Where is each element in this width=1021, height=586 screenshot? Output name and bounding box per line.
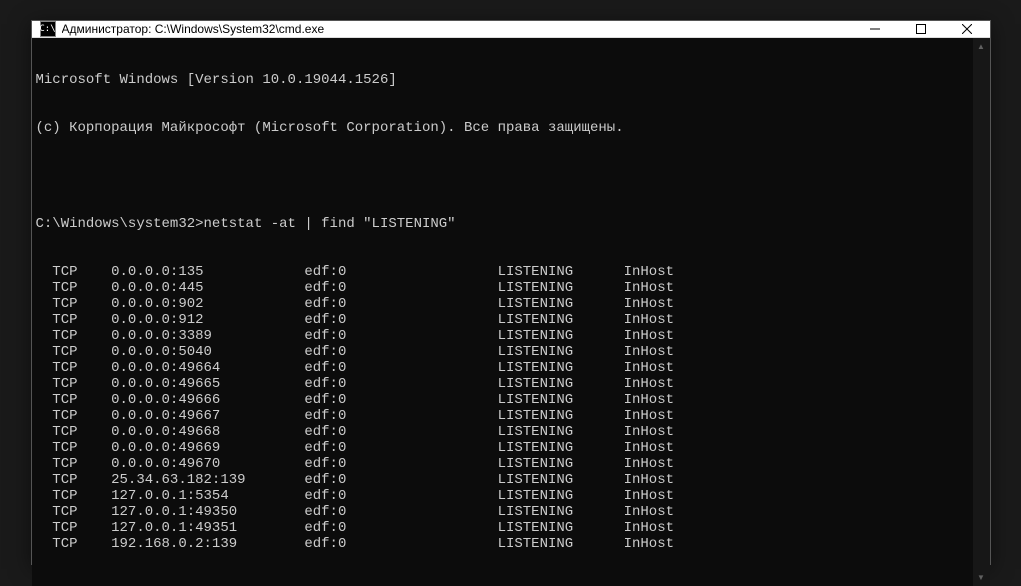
netstat-row: TCP 127.0.0.1:49350 edf:0 LISTENING InHo… <box>36 504 969 520</box>
netstat-row: TCP 0.0.0.0:49666 edf:0 LISTENING InHost <box>36 392 969 408</box>
netstat-row: TCP 127.0.0.1:49351 edf:0 LISTENING InHo… <box>36 520 969 536</box>
prompt-path: C:\Windows\system32> <box>36 216 204 232</box>
netstat-row: TCP 0.0.0.0:135 edf:0 LISTENING InHost <box>36 264 969 280</box>
netstat-row: TCP 192.168.0.2:139 edf:0 LISTENING InHo… <box>36 536 969 552</box>
cmd-icon: C:\ <box>40 21 56 37</box>
netstat-row: TCP 0.0.0.0:49670 edf:0 LISTENING InHost <box>36 456 969 472</box>
netstat-row: TCP 127.0.0.1:5354 edf:0 LISTENING InHos… <box>36 488 969 504</box>
netstat-rows: TCP 0.0.0.0:135 edf:0 LISTENING InHost T… <box>36 264 969 552</box>
netstat-row: TCP 0.0.0.0:49667 edf:0 LISTENING InHost <box>36 408 969 424</box>
scrollbar[interactable]: ▲ ▼ <box>973 38 990 586</box>
prompt-command: netstat -at | find "LISTENING" <box>204 216 456 232</box>
scroll-up-icon[interactable]: ▲ <box>973 38 990 55</box>
cmd-window: C:\ Администратор: C:\Windows\System32\c… <box>31 20 991 565</box>
netstat-row: TCP 0.0.0.0:49665 edf:0 LISTENING InHost <box>36 376 969 392</box>
maximize-button[interactable] <box>898 21 944 37</box>
netstat-row: TCP 0.0.0.0:445 edf:0 LISTENING InHost <box>36 280 969 296</box>
netstat-row: TCP 0.0.0.0:49669 edf:0 LISTENING InHost <box>36 440 969 456</box>
scroll-down-icon[interactable]: ▼ <box>973 569 990 586</box>
netstat-row: TCP 0.0.0.0:3389 edf:0 LISTENING InHost <box>36 328 969 344</box>
netstat-row: TCP 25.34.63.182:139 edf:0 LISTENING InH… <box>36 472 969 488</box>
version-line: Microsoft Windows [Version 10.0.19044.15… <box>36 72 969 88</box>
blank-line <box>36 168 969 184</box>
netstat-row: TCP 0.0.0.0:912 edf:0 LISTENING InHost <box>36 312 969 328</box>
netstat-row: TCP 0.0.0.0:5040 edf:0 LISTENING InHost <box>36 344 969 360</box>
minimize-button[interactable] <box>852 21 898 37</box>
prompt-line: C:\Windows\system32>netstat -at | find "… <box>36 216 969 232</box>
netstat-row: TCP 0.0.0.0:49664 edf:0 LISTENING InHost <box>36 360 969 376</box>
window-controls <box>852 21 990 37</box>
copyright-line: (c) Корпорация Майкрософт (Microsoft Cor… <box>36 120 969 136</box>
close-button[interactable] <box>944 21 990 37</box>
terminal-wrap: Microsoft Windows [Version 10.0.19044.15… <box>32 38 990 586</box>
titlebar[interactable]: C:\ Администратор: C:\Windows\System32\c… <box>32 21 990 38</box>
netstat-row: TCP 0.0.0.0:49668 edf:0 LISTENING InHost <box>36 424 969 440</box>
netstat-row: TCP 0.0.0.0:902 edf:0 LISTENING InHost <box>36 296 969 312</box>
terminal-output[interactable]: Microsoft Windows [Version 10.0.19044.15… <box>32 38 973 586</box>
window-title: Администратор: C:\Windows\System32\cmd.e… <box>62 22 852 36</box>
